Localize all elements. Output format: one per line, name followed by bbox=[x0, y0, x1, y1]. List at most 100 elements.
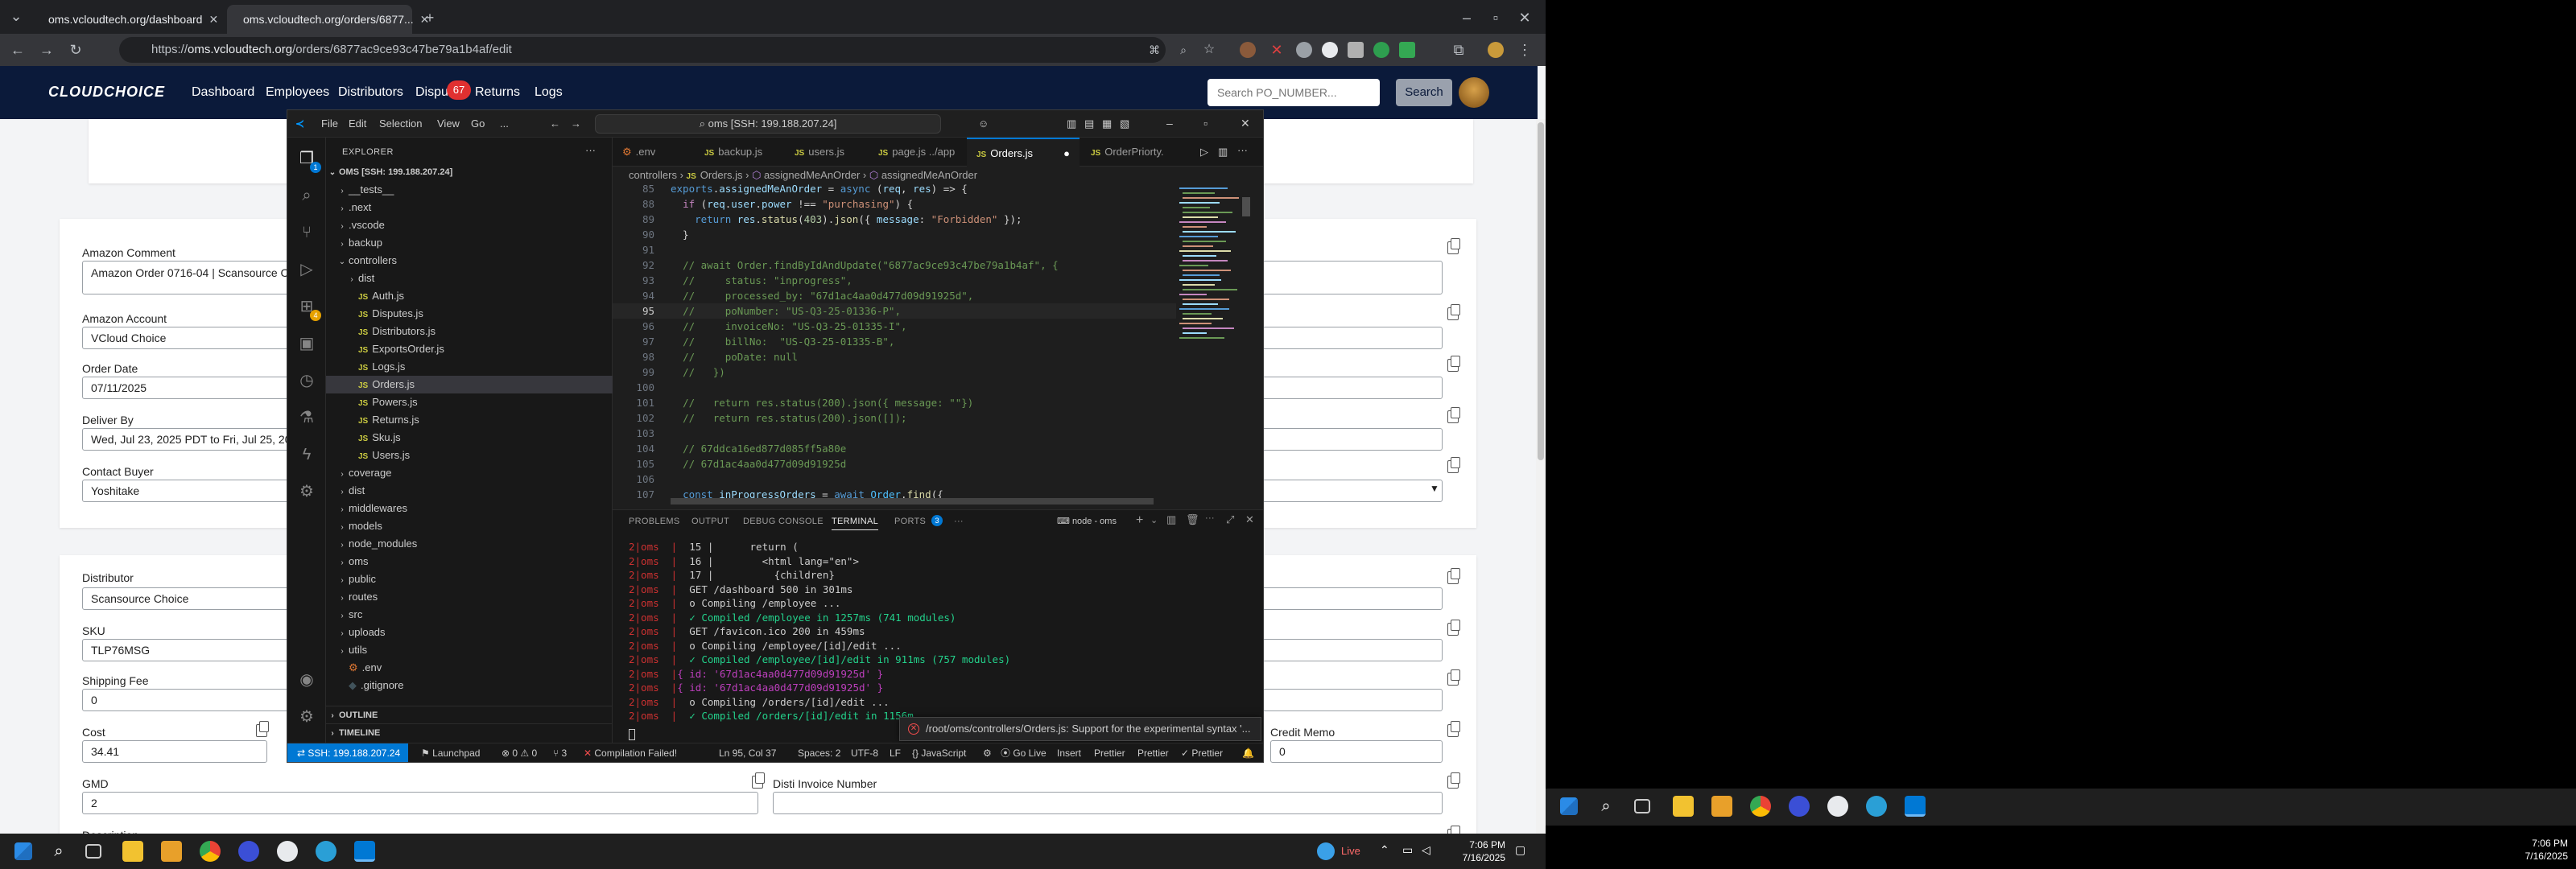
back-arrow-icon[interactable]: ← bbox=[8, 40, 27, 60]
notifications-bell-icon[interactable]: 🔔 bbox=[1242, 743, 1254, 762]
compile-status[interactable]: ✕ Compilation Failed! bbox=[584, 743, 677, 762]
cost-field[interactable]: 34.41 bbox=[82, 740, 267, 763]
extension-icon[interactable] bbox=[1348, 42, 1364, 58]
copilot-icon[interactable]: ☺ bbox=[978, 117, 989, 130]
tree-file[interactable]: JS Logs.js bbox=[326, 358, 613, 376]
vscode-taskbar-icon[interactable] bbox=[1905, 796, 1926, 817]
code-line[interactable]: 103 bbox=[613, 426, 1176, 441]
menu-edit[interactable]: Edit bbox=[349, 117, 366, 130]
breadcrumb-folder[interactable]: controllers bbox=[629, 169, 677, 181]
forward-arrow-icon[interactable]: → bbox=[37, 40, 56, 60]
menu-view[interactable]: View bbox=[437, 117, 460, 130]
timeline-section[interactable]: › TIMELINE bbox=[326, 723, 613, 741]
more-actions-icon[interactable]: ··· bbox=[1237, 144, 1248, 156]
tree-file[interactable]: JS Powers.js bbox=[326, 393, 613, 411]
tree-folder[interactable]: › models bbox=[326, 517, 613, 535]
editor-horizontal-scrollbar[interactable] bbox=[671, 498, 1154, 505]
command-center[interactable]: ⌕ oms [SSH: 199.188.207.24] bbox=[595, 114, 941, 134]
tray-clock-2[interactable]: 7:06 PM 7/16/2025 bbox=[2496, 837, 2568, 863]
accounts-icon[interactable]: ◉ bbox=[297, 670, 316, 690]
extension-icon[interactable] bbox=[1322, 42, 1338, 58]
remote-indicator[interactable]: ⇄ SSH: 199.188.207.24 bbox=[287, 743, 408, 762]
credit-memo-field[interactable]: 0 bbox=[1270, 740, 1443, 763]
code-line[interactable]: 91 bbox=[613, 242, 1176, 257]
code-line[interactable]: 89 return res.status(403).json({ message… bbox=[613, 212, 1176, 227]
maximize-panel-icon[interactable]: ⤢ bbox=[1226, 513, 1235, 526]
problems-status[interactable]: ⊗ 0 ⚠ 0 bbox=[502, 743, 537, 762]
windows-start-icon[interactable] bbox=[1560, 797, 1578, 815]
file-explorer-icon[interactable] bbox=[122, 841, 143, 862]
maximize-icon[interactable]: ▫ bbox=[1203, 117, 1208, 130]
windows-start-icon[interactable] bbox=[14, 842, 32, 860]
gear-icon[interactable]: ⚙ bbox=[983, 743, 992, 762]
more-actions-icon[interactable]: ··· bbox=[1205, 513, 1215, 523]
zoom-app-icon[interactable] bbox=[1789, 796, 1810, 817]
customize-layout-icon[interactable]: ▧ bbox=[1120, 117, 1129, 130]
error-notification[interactable]: ✕ /root/oms/controllers/Orders.js: Suppo… bbox=[899, 717, 1261, 741]
editor-tab-orderpriority[interactable]: JS OrderPriorty. bbox=[1081, 138, 1174, 167]
volume-icon[interactable]: ◁ bbox=[1422, 843, 1430, 857]
tree-folder[interactable]: › dist bbox=[326, 482, 613, 500]
testing-icon[interactable]: ⚗ bbox=[297, 408, 316, 427]
python-icon[interactable]: ⚙ bbox=[297, 482, 316, 501]
app-icon[interactable] bbox=[1827, 796, 1848, 817]
menu-more[interactable]: ... bbox=[500, 117, 509, 130]
breadcrumb-file[interactable]: Orders.js bbox=[700, 169, 743, 181]
tree-file[interactable]: JS Users.js bbox=[326, 447, 613, 464]
workspace-root[interactable]: ⌄ OMS [SSH: 199.188.207.24] bbox=[326, 163, 613, 181]
tree-file[interactable]: JS Disputes.js bbox=[326, 305, 613, 323]
language-mode[interactable]: {} JavaScript bbox=[912, 743, 966, 762]
bookmark-star-icon[interactable]: ☆ bbox=[1199, 40, 1219, 60]
tree-folder[interactable]: › node_modules bbox=[326, 535, 613, 553]
copy-icon[interactable] bbox=[1447, 457, 1460, 473]
copy-icon[interactable] bbox=[1447, 620, 1460, 636]
terminal-selector[interactable]: ⌨ node - oms bbox=[1057, 513, 1125, 529]
app-logo[interactable]: CLOUDCHOICE bbox=[48, 84, 165, 101]
launchpad-status[interactable]: ⚑ Launchpad bbox=[421, 743, 480, 762]
extension-icon[interactable] bbox=[1399, 42, 1415, 58]
breadcrumb-symbol[interactable]: assignedMeAnOrder bbox=[881, 169, 977, 181]
search-icon[interactable]: ⌕ bbox=[48, 841, 69, 862]
toggle-secondary-icon[interactable]: ▦ bbox=[1102, 117, 1112, 130]
split-terminal-icon[interactable]: ▥ bbox=[1166, 513, 1177, 526]
tab-search-icon[interactable]: ⌄ bbox=[6, 6, 26, 26]
extension-icon[interactable] bbox=[1373, 42, 1389, 58]
tree-folder[interactable]: ⌄ controllers bbox=[326, 252, 613, 270]
profile-avatar-icon[interactable] bbox=[1488, 42, 1504, 58]
tree-folder[interactable]: › utils bbox=[326, 641, 613, 659]
page-scrollbar[interactable] bbox=[1536, 119, 1546, 834]
chrome-icon[interactable] bbox=[200, 841, 221, 862]
code-line[interactable]: 94 // processed_by: "67d1ac4aa0d477d09d9… bbox=[613, 288, 1176, 303]
run-debug-icon[interactable]: ▷ bbox=[297, 260, 316, 279]
tree-file[interactable]: ⚙ .env bbox=[326, 659, 613, 677]
code-line[interactable]: 101 // return res.status(200).json({ mes… bbox=[613, 395, 1176, 410]
kill-terminal-icon[interactable]: 🗑 bbox=[1186, 513, 1199, 526]
menu-selection[interactable]: Selection bbox=[379, 117, 422, 130]
editor-tab-orders[interactable]: JS Orders.js ● bbox=[967, 138, 1080, 167]
tree-folder[interactable]: › __tests__ bbox=[326, 181, 613, 199]
tree-file[interactable]: JS ExportsOrder.js bbox=[326, 340, 613, 358]
minimize-icon[interactable]: – bbox=[1166, 117, 1173, 130]
unsaved-dot-icon[interactable]: ● bbox=[1063, 139, 1070, 168]
menu-go[interactable]: Go bbox=[471, 117, 485, 130]
tree-folder[interactable]: › public bbox=[326, 570, 613, 588]
editor-tab-page[interactable]: JS page.js ../app bbox=[869, 138, 964, 167]
code-line[interactable]: 105 // 67d1ac4aa0d477d09d91925d bbox=[613, 456, 1176, 472]
nav-disputes[interactable]: Dispu bbox=[415, 85, 448, 100]
edge-icon[interactable] bbox=[316, 841, 336, 862]
nav-distributors[interactable]: Distributors bbox=[338, 85, 403, 100]
editor-tab-users[interactable]: JS users.js bbox=[785, 138, 854, 167]
encoding-status[interactable]: UTF-8 bbox=[851, 743, 878, 762]
code-line[interactable]: 99 // }) bbox=[613, 364, 1176, 380]
panel-tab-terminal[interactable]: TERMINAL bbox=[832, 517, 879, 530]
outline-section[interactable]: › OUTLINE bbox=[326, 706, 613, 723]
tree-folder[interactable]: › middlewares bbox=[326, 500, 613, 517]
tree-file[interactable]: JS Sku.js bbox=[326, 429, 613, 447]
code-line[interactable]: 98 // poDate: null bbox=[613, 349, 1176, 364]
tree-folder[interactable]: › routes bbox=[326, 588, 613, 606]
app-icon[interactable] bbox=[277, 841, 298, 862]
user-avatar[interactable] bbox=[1459, 77, 1489, 108]
code-line[interactable]: 90 } bbox=[613, 227, 1176, 242]
extensions-puzzle-icon[interactable]: ⧉ bbox=[1449, 40, 1468, 60]
tree-folder[interactable]: › oms bbox=[326, 553, 613, 570]
